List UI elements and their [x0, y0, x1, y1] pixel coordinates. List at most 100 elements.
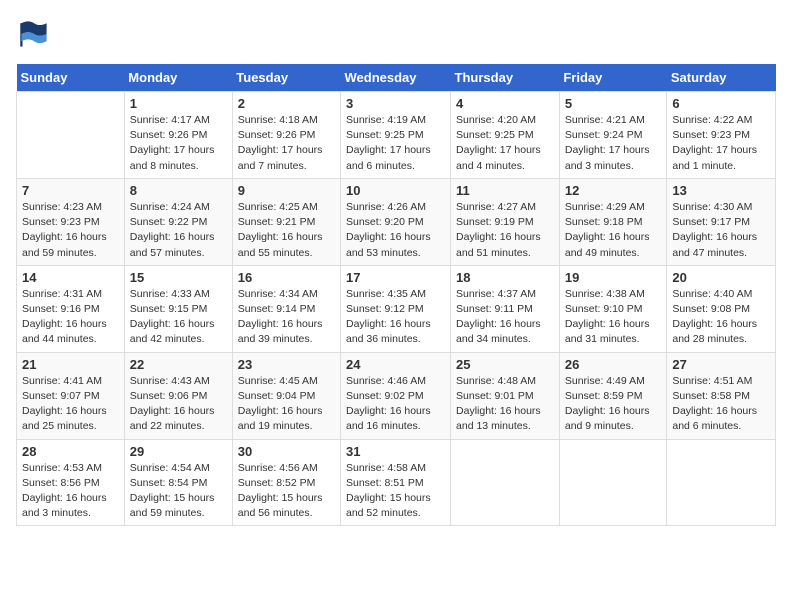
day-number: 8 [130, 183, 227, 198]
day-number: 11 [456, 183, 554, 198]
week-row-3: 14Sunrise: 4:31 AM Sunset: 9:16 PM Dayli… [17, 265, 776, 352]
day-cell: 1 Sunrise: 4:17 AM Sunset: 9:26 PM Daylig… [124, 92, 232, 179]
day-info: Sunrise: 4:20 AM Sunset: 9:25 PM Dayligh… [456, 113, 554, 174]
day-info: Sunrise: 4:23 AM Sunset: 9:23 PM Dayligh… [22, 200, 119, 261]
day-number: 23 [238, 357, 335, 372]
day-info: Sunrise: 4:27 AM Sunset: 9:19 PM Dayligh… [456, 200, 554, 261]
day-info: Sunrise: 4:37 AM Sunset: 9:11 PM Dayligh… [456, 287, 554, 348]
day-cell: 29 Sunrise: 4:54 AM Sunset: 8:54 PM Dayli… [124, 439, 232, 526]
logo [16, 16, 56, 52]
day-cell: 10 Sunrise: 4:26 AM Sunset: 9:20 PM Dayli… [341, 178, 451, 265]
day-cell: 15 Sunrise: 4:33 AM Sunset: 9:15 PM Dayli… [124, 265, 232, 352]
header-tuesday: Tuesday [232, 64, 340, 92]
day-info: Sunrise: 4:25 AM Sunset: 9:21 PM Dayligh… [238, 200, 335, 261]
day-cell: 13 Sunrise: 4:30 AM Sunset: 9:17 PM Dayli… [667, 178, 776, 265]
day-number: 27 [672, 357, 770, 372]
day-number: 6 [672, 96, 770, 111]
day-info: Sunrise: 4:56 AM Sunset: 8:52 PM Dayligh… [238, 461, 335, 522]
day-number: 3 [346, 96, 445, 111]
day-cell [559, 439, 667, 526]
day-number: 1 [130, 96, 227, 111]
day-number: 17 [346, 270, 445, 285]
day-cell: 16 Sunrise: 4:34 AM Sunset: 9:14 PM Dayli… [232, 265, 340, 352]
day-number: 28 [22, 444, 119, 459]
day-number: 16 [238, 270, 335, 285]
day-cell: 7 Sunrise: 4:23 AM Sunset: 9:23 PM Daylig… [17, 178, 125, 265]
day-info: Sunrise: 4:21 AM Sunset: 9:24 PM Dayligh… [565, 113, 662, 174]
header-monday: Monday [124, 64, 232, 92]
day-info: Sunrise: 4:24 AM Sunset: 9:22 PM Dayligh… [130, 200, 227, 261]
day-cell: 28 Sunrise: 4:53 AM Sunset: 8:56 PM Dayli… [17, 439, 125, 526]
day-number: 30 [238, 444, 335, 459]
week-row-1: 1 Sunrise: 4:17 AM Sunset: 9:26 PM Daylig… [17, 92, 776, 179]
day-info: Sunrise: 4:18 AM Sunset: 9:26 PM Dayligh… [238, 113, 335, 174]
day-number: 29 [130, 444, 227, 459]
day-number: 13 [672, 183, 770, 198]
day-info: Sunrise: 4:26 AM Sunset: 9:20 PM Dayligh… [346, 200, 445, 261]
day-cell [667, 439, 776, 526]
day-cell: 2Sunrise: 4:18 AM Sunset: 9:26 PM Daylig… [232, 92, 340, 179]
day-info: Sunrise: 4:48 AM Sunset: 9:01 PM Dayligh… [456, 374, 554, 435]
week-row-2: 7 Sunrise: 4:23 AM Sunset: 9:23 PM Daylig… [17, 178, 776, 265]
day-info: Sunrise: 4:30 AM Sunset: 9:17 PM Dayligh… [672, 200, 770, 261]
header-wednesday: Wednesday [341, 64, 451, 92]
header-friday: Friday [559, 64, 667, 92]
day-cell: 21Sunrise: 4:41 AM Sunset: 9:07 PM Dayli… [17, 352, 125, 439]
calendar-header-row: SundayMondayTuesdayWednesdayThursdayFrid… [17, 64, 776, 92]
day-cell: 5 Sunrise: 4:21 AM Sunset: 9:24 PM Daylig… [559, 92, 667, 179]
day-number: 24 [346, 357, 445, 372]
day-cell: 11 Sunrise: 4:27 AM Sunset: 9:19 PM Dayli… [451, 178, 560, 265]
day-number: 15 [130, 270, 227, 285]
week-row-5: 28 Sunrise: 4:53 AM Sunset: 8:56 PM Dayli… [17, 439, 776, 526]
day-info: Sunrise: 4:40 AM Sunset: 9:08 PM Dayligh… [672, 287, 770, 348]
day-number: 26 [565, 357, 662, 372]
day-cell: 8 Sunrise: 4:24 AM Sunset: 9:22 PM Daylig… [124, 178, 232, 265]
day-number: 19 [565, 270, 662, 285]
day-info: Sunrise: 4:51 AM Sunset: 8:58 PM Dayligh… [672, 374, 770, 435]
day-cell: 27 Sunrise: 4:51 AM Sunset: 8:58 PM Dayli… [667, 352, 776, 439]
day-cell: 23 Sunrise: 4:45 AM Sunset: 9:04 PM Dayli… [232, 352, 340, 439]
day-cell: 30 Sunrise: 4:56 AM Sunset: 8:52 PM Dayli… [232, 439, 340, 526]
calendar-table: SundayMondayTuesdayWednesdayThursdayFrid… [16, 64, 776, 526]
day-number: 5 [565, 96, 662, 111]
day-info: Sunrise: 4:49 AM Sunset: 8:59 PM Dayligh… [565, 374, 662, 435]
day-cell: 12Sunrise: 4:29 AM Sunset: 9:18 PM Dayli… [559, 178, 667, 265]
day-cell: 31 Sunrise: 4:58 AM Sunset: 8:51 PM Dayli… [341, 439, 451, 526]
header-thursday: Thursday [451, 64, 560, 92]
day-cell: 24Sunrise: 4:46 AM Sunset: 9:02 PM Dayli… [341, 352, 451, 439]
header-sunday: Sunday [17, 64, 125, 92]
day-cell: 3 Sunrise: 4:19 AM Sunset: 9:25 PM Daylig… [341, 92, 451, 179]
day-number: 7 [22, 183, 119, 198]
day-info: Sunrise: 4:22 AM Sunset: 9:23 PM Dayligh… [672, 113, 770, 174]
day-info: Sunrise: 4:19 AM Sunset: 9:25 PM Dayligh… [346, 113, 445, 174]
day-cell: 9Sunrise: 4:25 AM Sunset: 9:21 PM Daylig… [232, 178, 340, 265]
day-cell: 14Sunrise: 4:31 AM Sunset: 9:16 PM Dayli… [17, 265, 125, 352]
day-info: Sunrise: 4:33 AM Sunset: 9:15 PM Dayligh… [130, 287, 227, 348]
day-number: 10 [346, 183, 445, 198]
day-number: 18 [456, 270, 554, 285]
day-cell: 18 Sunrise: 4:37 AM Sunset: 9:11 PM Dayli… [451, 265, 560, 352]
day-cell: 17 Sunrise: 4:35 AM Sunset: 9:12 PM Dayli… [341, 265, 451, 352]
day-info: Sunrise: 4:54 AM Sunset: 8:54 PM Dayligh… [130, 461, 227, 522]
day-cell: 22 Sunrise: 4:43 AM Sunset: 9:06 PM Dayli… [124, 352, 232, 439]
header-saturday: Saturday [667, 64, 776, 92]
page-header [16, 16, 776, 52]
day-number: 14 [22, 270, 119, 285]
day-cell [17, 92, 125, 179]
day-info: Sunrise: 4:34 AM Sunset: 9:14 PM Dayligh… [238, 287, 335, 348]
day-cell: 4Sunrise: 4:20 AM Sunset: 9:25 PM Daylig… [451, 92, 560, 179]
day-info: Sunrise: 4:29 AM Sunset: 9:18 PM Dayligh… [565, 200, 662, 261]
day-info: Sunrise: 4:35 AM Sunset: 9:12 PM Dayligh… [346, 287, 445, 348]
day-number: 22 [130, 357, 227, 372]
day-number: 21 [22, 357, 119, 372]
day-info: Sunrise: 4:17 AM Sunset: 9:26 PM Dayligh… [130, 113, 227, 174]
day-cell: 6 Sunrise: 4:22 AM Sunset: 9:23 PM Daylig… [667, 92, 776, 179]
day-number: 31 [346, 444, 445, 459]
day-info: Sunrise: 4:45 AM Sunset: 9:04 PM Dayligh… [238, 374, 335, 435]
week-row-4: 21Sunrise: 4:41 AM Sunset: 9:07 PM Dayli… [17, 352, 776, 439]
day-number: 20 [672, 270, 770, 285]
day-cell: 19Sunrise: 4:38 AM Sunset: 9:10 PM Dayli… [559, 265, 667, 352]
day-info: Sunrise: 4:53 AM Sunset: 8:56 PM Dayligh… [22, 461, 119, 522]
day-info: Sunrise: 4:43 AM Sunset: 9:06 PM Dayligh… [130, 374, 227, 435]
day-info: Sunrise: 4:58 AM Sunset: 8:51 PM Dayligh… [346, 461, 445, 522]
